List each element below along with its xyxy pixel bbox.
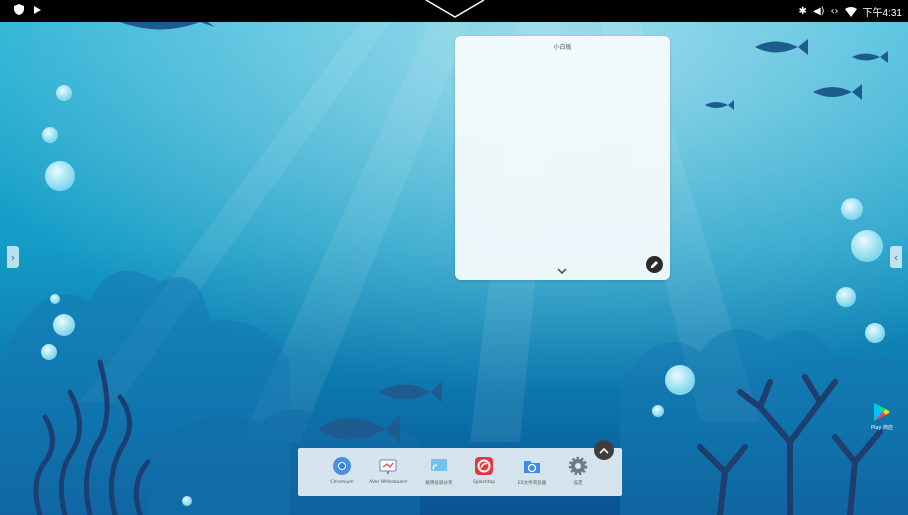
app-dock: Chromium AVer Whiteboard 极简投屏分享 Splashto… [298,448,622,496]
chevron-down-icon[interactable] [557,268,567,275]
widget-title: 小白板 [553,44,572,51]
dock-app-label: 设定 [573,481,583,486]
play-icon [34,5,41,14]
edit-button[interactable] [646,256,663,273]
desktop-shortcut-label: Play 商店 [870,425,894,431]
whiteboard-icon [379,459,397,474]
whiteboard-widget[interactable]: 小白板 [455,36,670,280]
pencil-icon [651,261,658,268]
ocean-wallpaper [0,22,908,515]
left-drawer-handle[interactable]: › [7,246,19,268]
play-store-icon [874,403,890,421]
settings-icon [568,456,588,476]
dock-app-label: AVer Whiteboard [369,480,407,485]
dock-app-settings[interactable]: 设定 [550,456,606,486]
screen-share-icon [431,459,447,471]
desktop-shortcut-play-store[interactable]: Play 商店 [866,402,898,431]
right-drawer-handle[interactable]: ‹ [890,246,902,268]
android-home-screen: ✱ ◀) ‹› 下午4:31 › ‹ 小白板 Play 商店 Chromium … [0,0,908,515]
chevron-up-icon [599,447,609,454]
file-explorer-icon [524,461,540,473]
ethernet-icon: ‹› [830,6,839,17]
bluetooth-icon: ✱ [798,6,807,17]
shield-icon [14,4,24,15]
chevron-right-icon: › [10,250,16,264]
wifi-icon [844,6,857,17]
chevron-left-icon: ‹ [893,250,899,264]
clock: 下午4:31 [862,8,902,19]
status-left-icons [14,4,42,15]
chromium-icon [333,457,351,475]
splashtop-icon [475,457,493,475]
volume-icon: ◀) [812,6,825,17]
pull-down-notch[interactable] [423,0,487,20]
status-right-icons: ✱ ◀) ‹› 下午4:31 [799,4,902,19]
dock-expand-button[interactable] [594,440,614,460]
dock-app-aver-whiteboard[interactable]: AVer Whiteboard [360,456,416,485]
